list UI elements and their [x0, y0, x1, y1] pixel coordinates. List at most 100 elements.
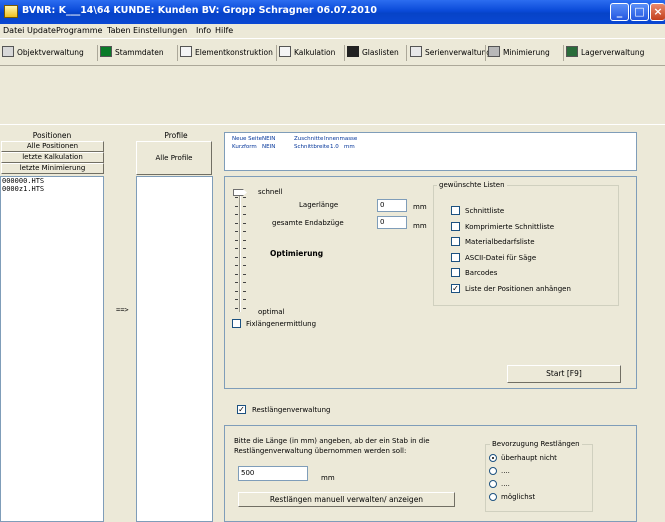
slider-tick [235, 231, 238, 232]
listen-label: Materialbedarfsliste [465, 238, 535, 246]
listen-checkbox[interactable] [451, 237, 460, 246]
zuschnitte-value: Innenmasse [324, 136, 358, 142]
instruction-line-1: Bitte die Länge (in mm) angeben, ab der … [234, 437, 430, 445]
kalkulation-icon [279, 46, 291, 57]
letzte-kalkulation-button[interactable]: letzte Kalkulation [1, 152, 104, 163]
alle-positionen-button[interactable]: Alle Positionen [1, 141, 104, 152]
settings-info-box: Neue Seite NEIN Zuschnitte Innenmasse Ku… [224, 132, 637, 171]
slider-tick [243, 197, 246, 198]
schnittbreite-label: Schnittbreite [294, 144, 330, 150]
toolbar-objektverwaltung-label: Objektverwaltung [17, 48, 84, 57]
slider-tick [243, 256, 246, 258]
minimize-button[interactable]: _ [610, 3, 629, 21]
list-item[interactable]: 000000.HTS [1, 177, 103, 185]
app-icon [4, 5, 18, 18]
optimal-label: optimal [258, 308, 285, 316]
slider-tick [235, 282, 238, 283]
glaslisten-icon [347, 46, 359, 57]
toolbar-minimierung[interactable]: Minimierung [488, 46, 550, 60]
restlaengen-checkbox[interactable]: ✓ [237, 405, 246, 414]
toolbar-lagerverwaltung[interactable]: Lagerverwaltung [566, 46, 644, 60]
slider-tick [235, 265, 238, 266]
empty-toolbar-area [0, 67, 665, 125]
listen-label: Schnittliste [465, 207, 505, 215]
speed-slider-track[interactable] [239, 194, 241, 312]
slider-tick [235, 290, 238, 292]
menu-update[interactable]: Update [27, 26, 56, 35]
menu-einstellungen[interactable]: Einstellungen [133, 26, 187, 35]
maximize-button[interactable]: □ [630, 3, 649, 21]
list-item[interactable]: 0000z1.HTS [1, 185, 103, 193]
start-button[interactable]: Start [F9] [507, 365, 621, 383]
restlaenge-input[interactable]: 500 [238, 466, 308, 481]
bevorzugung-radio[interactable] [489, 493, 497, 501]
letzte-minimierung-button[interactable]: letzte Minimierung [1, 163, 104, 174]
endabzuege-input[interactable]: 0 [377, 216, 407, 229]
listen-checkbox[interactable]: ✓ [451, 283, 460, 293]
transfer-arrow[interactable]: ==> [116, 306, 129, 314]
objektverwaltung-icon [2, 46, 14, 57]
endabzuege-unit: mm [413, 222, 427, 230]
listen-checkbox[interactable] [451, 268, 460, 277]
listen-label: ASCII-Datei für Säge [465, 253, 537, 262]
slider-tick [235, 222, 238, 224]
slider-tick [243, 265, 246, 266]
toolbar-serienverwaltung-label: Serienverwaltung [425, 48, 492, 57]
window-title: BVNR: K___14\64 KUNDE: Kunden BV: Gropp … [22, 5, 378, 16]
profile-list[interactable] [136, 176, 213, 522]
toolbar-kalkulation-label: Kalkulation [294, 48, 336, 57]
positionen-header: Positionen [32, 131, 72, 140]
fixlaengen-checkbox[interactable] [232, 319, 241, 328]
toolbar-separator [276, 45, 277, 61]
toolbar-lagerverwaltung-label: Lagerverwaltung [581, 48, 645, 57]
slider-tick [235, 256, 238, 258]
lagerlaenge-input[interactable]: 0 [377, 199, 407, 212]
zuschnitte-label: Zuschnitte [294, 136, 324, 142]
menu-programme[interactable]: Programme [56, 26, 102, 35]
instruction-line-2: Restlängenverwaltung übernommen werden s… [234, 447, 407, 455]
neue-seite-value: NEIN [262, 136, 276, 142]
menu-taben[interactable]: Taben [107, 26, 131, 35]
bevorzugung-label: möglichst [501, 493, 536, 501]
toolbar-separator [177, 45, 178, 61]
toolbar-elementkonstruktion[interactable]: Elementkonstruktion [180, 46, 273, 60]
restlaengen-manual-button[interactable]: Restlängen manuell verwalten/ anzeigen [238, 492, 455, 507]
title-bar[interactable]: BVNR: K___14\64 KUNDE: Kunden BV: Gropp … [0, 0, 665, 24]
slider-tick [243, 214, 246, 215]
menu-bar: Datei Update Programme Taben Einstellung… [0, 24, 665, 38]
bevorzugung-radio[interactable] [489, 454, 497, 462]
profile-header: Profile [164, 131, 188, 140]
schnittbreite-unit: mm [344, 144, 355, 150]
toolbar-serienverwaltung[interactable]: Serienverwaltung [410, 46, 491, 60]
optimierung-label: Optimierung [270, 249, 324, 258]
toolbar-stammdaten-label: Stammdaten [115, 48, 164, 57]
lagerlaenge-label: Lagerlänge [299, 201, 339, 209]
listen-checkbox[interactable] [451, 252, 460, 262]
slider-tick [235, 214, 238, 215]
slider-tick [243, 282, 246, 283]
listen-label: Komprimierte Schnittliste [465, 222, 555, 231]
toolbar-elementkonstruktion-label: Elementkonstruktion [195, 48, 273, 57]
menu-hilfe[interactable]: Hilfe [215, 26, 233, 35]
toolbar-glaslisten[interactable]: Glaslisten [347, 46, 399, 60]
menu-info[interactable]: Info [196, 26, 211, 35]
listen-checkbox[interactable] [451, 221, 460, 231]
toolbar-separator [97, 45, 98, 61]
toolbar-stammdaten[interactable]: Stammdaten [100, 46, 164, 60]
kurzform-label: Kurzform [232, 144, 257, 150]
positionen-list[interactable]: 000000.HTS 0000z1.HTS [0, 176, 104, 522]
bevorzugung-radio[interactable] [489, 467, 497, 475]
listen-label: Liste der Positionen anhängen [465, 284, 571, 293]
listen-checkbox[interactable] [451, 206, 460, 215]
bevorzugung-label: .... [501, 467, 510, 475]
toolbar-objektverwaltung[interactable]: Objektverwaltung [2, 46, 84, 60]
toolbar-separator [406, 45, 407, 61]
slider-tick [235, 299, 238, 300]
close-button[interactable]: × [650, 3, 665, 21]
alle-profile-button[interactable]: Alle Profile [136, 141, 212, 175]
slider-tick [235, 307, 238, 309]
menu-datei[interactable]: Datei [3, 26, 24, 35]
restlaenge-unit: mm [321, 474, 335, 482]
toolbar-kalkulation[interactable]: Kalkulation [279, 46, 335, 60]
bevorzugung-radio[interactable] [489, 480, 497, 488]
